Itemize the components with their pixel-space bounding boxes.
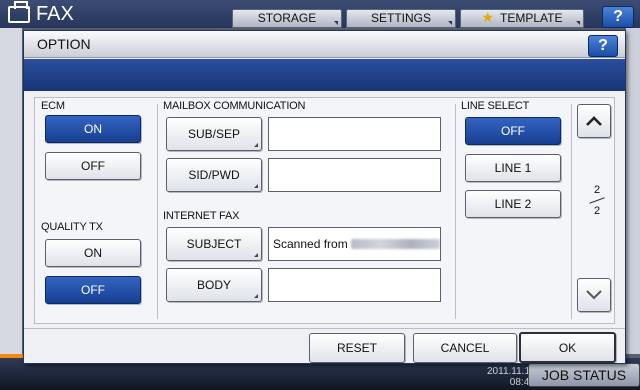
job-status-button[interactable]: JOB STATUS — [528, 363, 640, 387]
dialog-title-bar: OPTION ? — [24, 31, 625, 58]
redacted-text — [350, 239, 440, 249]
dialog-title: OPTION — [37, 36, 91, 52]
app-help-button[interactable]: ? — [602, 6, 634, 28]
ecm-off-button[interactable]: OFF — [45, 152, 141, 180]
corner-marker-icon — [334, 21, 338, 25]
scroll-up-button[interactable] — [577, 104, 611, 138]
reset-button[interactable]: RESET — [309, 333, 405, 363]
sub-sep-button[interactable]: SUB/SEP — [166, 117, 262, 151]
background-panel-right — [626, 28, 640, 354]
sid-pwd-field[interactable] — [268, 158, 441, 192]
cancel-button[interactable]: CANCEL — [413, 333, 517, 363]
options-panel: ECM ON OFF QUALITY TX ON OFF MAILBOX COM… — [34, 97, 615, 324]
body-button[interactable]: BODY — [166, 268, 262, 302]
star-icon: ★ — [481, 9, 495, 25]
quality-tx-on-button[interactable]: ON — [45, 239, 141, 267]
scroll-down-button[interactable] — [577, 278, 611, 312]
dialog-help-button[interactable]: ? — [588, 35, 618, 57]
page-current: 2 — [593, 184, 601, 196]
page-total: 2 — [593, 205, 601, 217]
sub-sep-field[interactable] — [268, 117, 441, 151]
chevron-up-icon — [586, 116, 602, 126]
internet-fax-label: INTERNET FAX — [163, 210, 240, 222]
chevron-down-icon — [586, 290, 602, 300]
line-1-button[interactable]: LINE 1 — [465, 154, 561, 182]
divider — [157, 104, 158, 319]
line-off-button[interactable]: OFF — [465, 117, 561, 145]
line-2-button[interactable]: LINE 2 — [465, 190, 561, 218]
option-dialog: OPTION ? ECM ON OFF QUALITY TX ON OFF MA… — [23, 30, 626, 364]
tab-template[interactable]: ★ TEMPLATE — [460, 9, 584, 28]
dialog-message-band — [24, 59, 625, 91]
quality-tx-off-button[interactable]: OFF — [45, 276, 141, 304]
subject-field[interactable]: Scanned from — [268, 227, 441, 261]
sid-pwd-button[interactable]: SID/PWD — [166, 158, 262, 192]
corner-marker-icon — [254, 253, 258, 257]
footer-divider — [24, 328, 625, 329]
corner-marker-icon — [254, 143, 258, 147]
line-select-label: LINE SELECT — [461, 100, 530, 112]
divider — [455, 104, 456, 319]
divider — [571, 104, 572, 319]
app-title: FAX — [8, 1, 74, 26]
tab-settings[interactable]: SETTINGS — [346, 9, 456, 28]
corner-marker-icon — [254, 294, 258, 298]
subject-button[interactable]: SUBJECT — [166, 227, 262, 261]
page-separator — [589, 197, 605, 204]
page-counter: 2 2 — [583, 183, 611, 218]
fax-icon — [8, 1, 30, 23]
corner-marker-icon — [448, 21, 452, 25]
ecm-label: ECM — [41, 100, 65, 112]
ok-button[interactable]: OK — [519, 332, 616, 363]
tab-storage[interactable]: STORAGE — [232, 9, 342, 28]
corner-marker-icon — [576, 21, 580, 25]
body-field[interactable] — [268, 268, 441, 302]
mailbox-label: MAILBOX COMMUNICATION — [163, 100, 306, 112]
corner-marker-icon — [254, 184, 258, 188]
ecm-on-button[interactable]: ON — [45, 115, 141, 143]
quality-tx-label: QUALITY TX — [41, 221, 103, 233]
background-panel-left — [0, 28, 22, 354]
